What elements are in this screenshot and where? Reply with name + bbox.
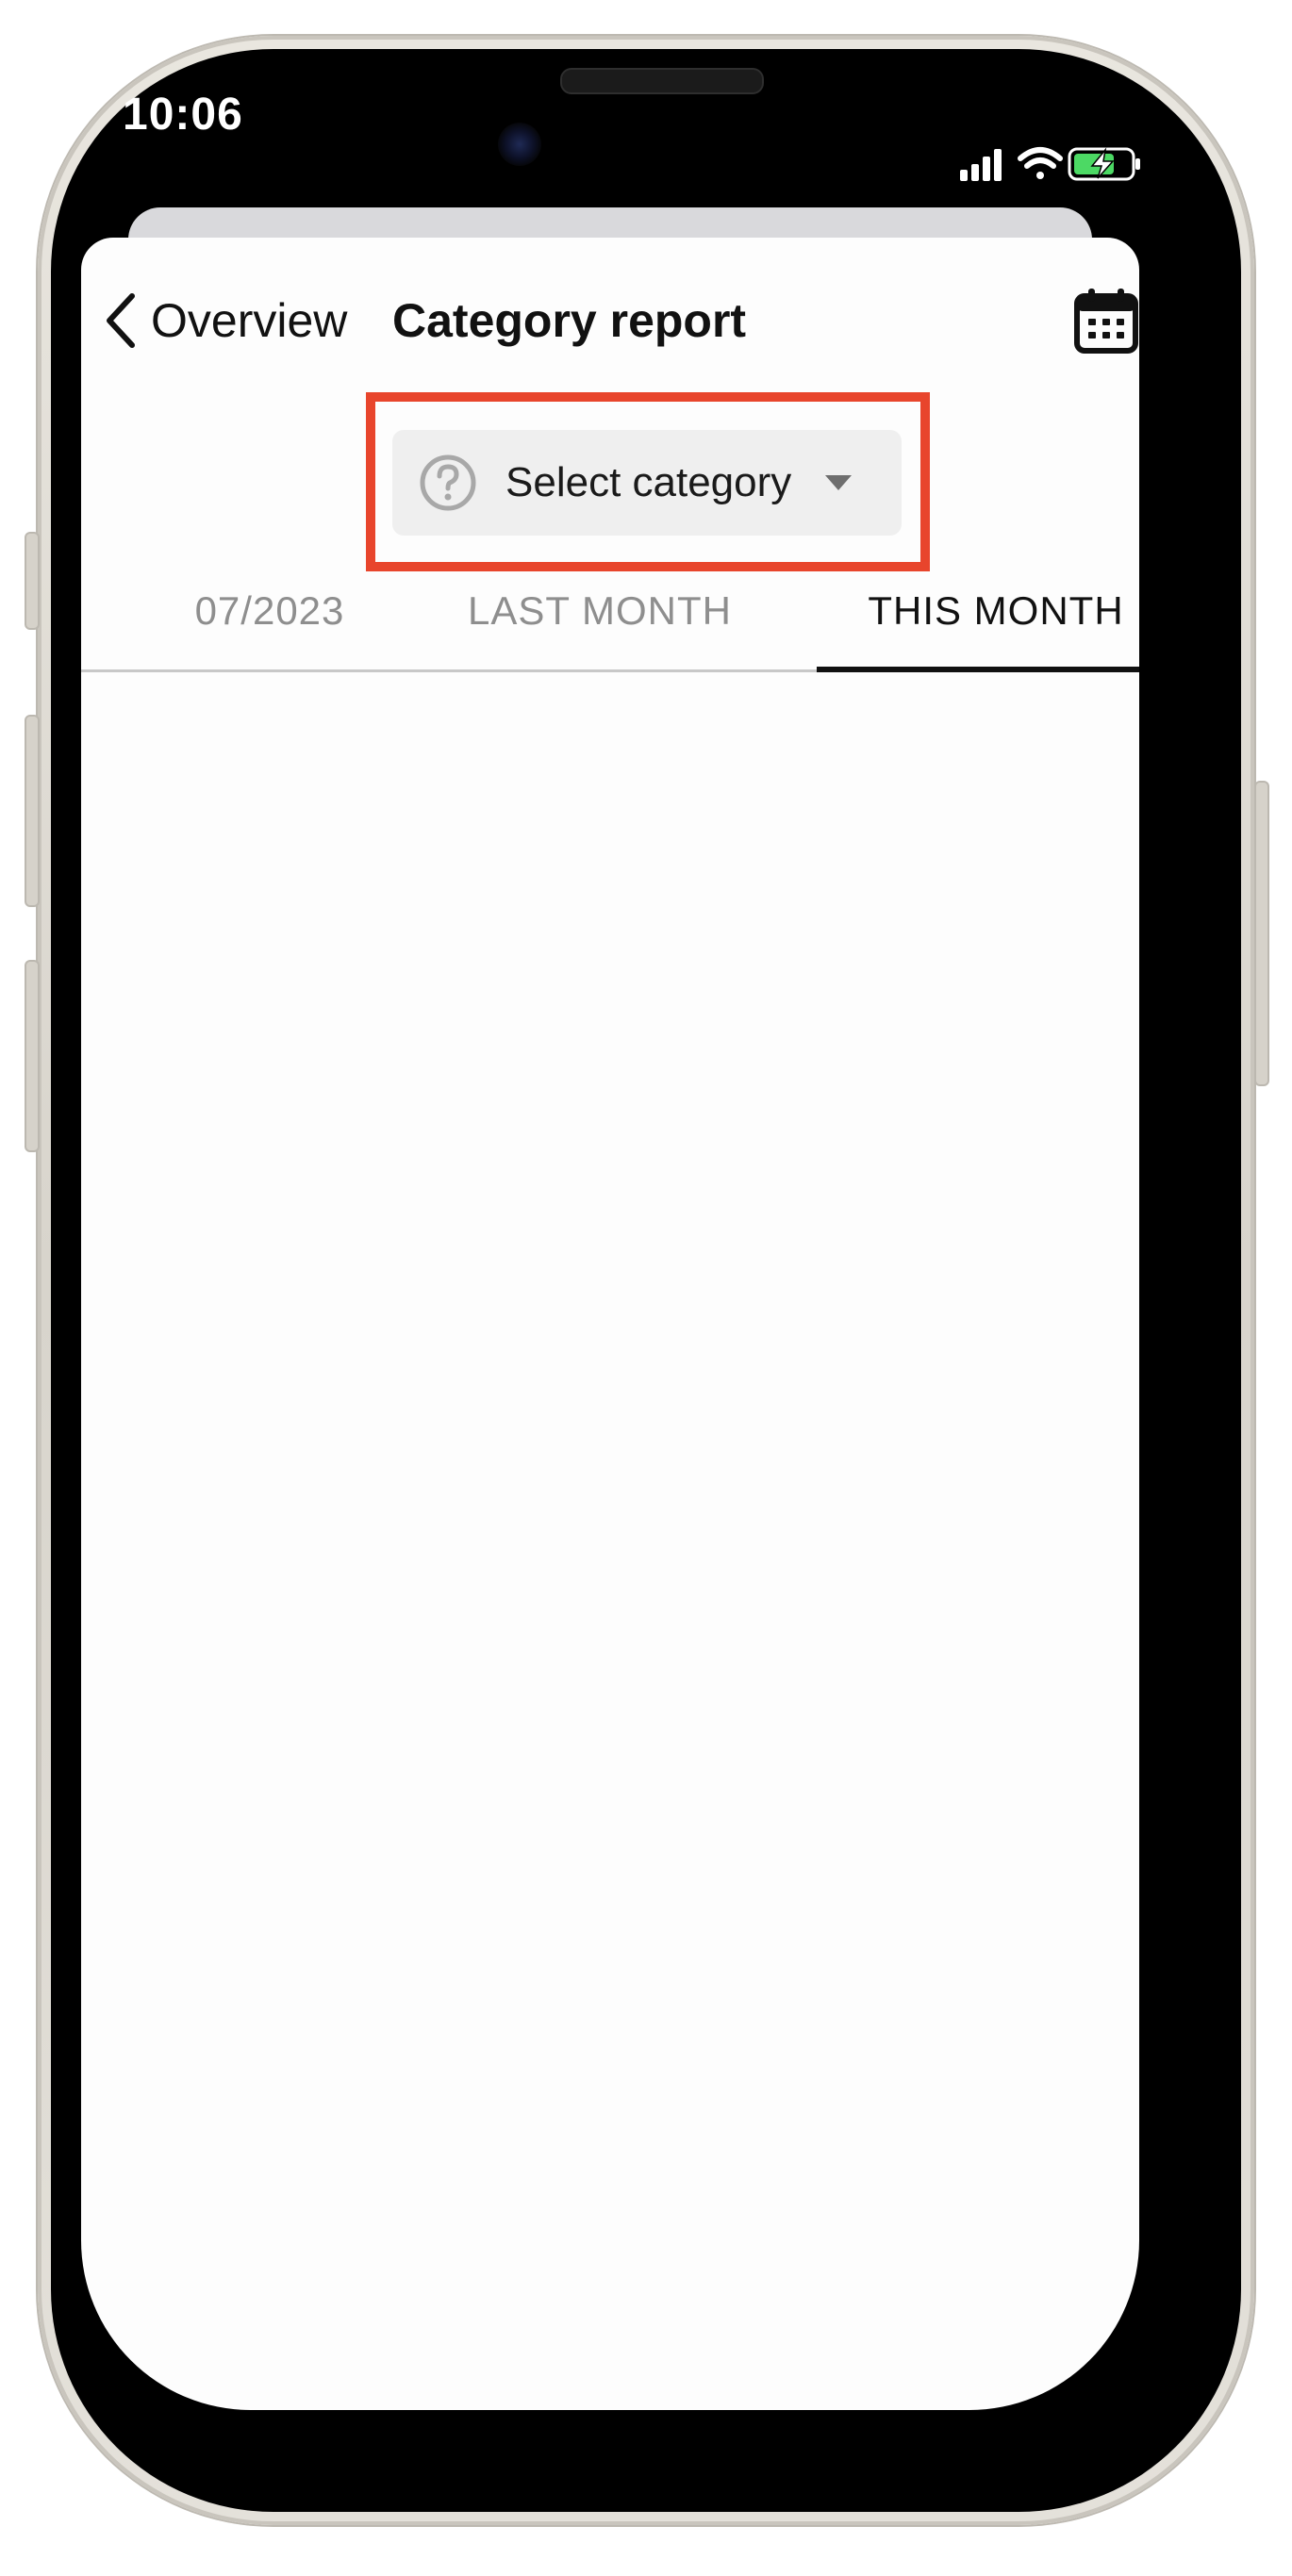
power-button (1254, 781, 1269, 1086)
chevron-left-icon (107, 293, 135, 348)
front-camera (498, 123, 541, 166)
category-report-sheet: Overview Category report Select category… (81, 238, 1139, 2410)
status-time: 10:06 (123, 90, 243, 140)
status-icons-svg (960, 147, 1140, 181)
question-circle-icon (420, 454, 476, 511)
earpiece-speaker (560, 68, 764, 94)
tab-label: LAST MONTH (468, 588, 732, 633)
volume-down-button (25, 960, 40, 1152)
caret-down-icon (825, 475, 853, 490)
calendar-button[interactable] (1073, 287, 1139, 355)
action-button (25, 532, 40, 630)
status-icons (952, 141, 1151, 191)
select-category-label: Select category (505, 459, 792, 505)
volume-up-button (25, 715, 40, 907)
tab-07-2023[interactable]: 07/2023 (147, 564, 392, 669)
battery-charging-icon (1068, 147, 1140, 181)
home-indicator[interactable] (451, 2446, 843, 2463)
tab-this-month[interactable]: THIS MONTH (817, 564, 1139, 672)
period-tabs: 07/2023 LAST MONTH THIS MONTH (81, 564, 1139, 672)
tab-label: 07/2023 (194, 588, 345, 633)
tab-label: THIS MONTH (868, 588, 1124, 633)
select-category-dropdown[interactable]: Select category (392, 430, 902, 536)
page-title: Category report (392, 294, 747, 347)
active-tab-indicator (817, 667, 1139, 672)
wifi-icon (1018, 147, 1063, 179)
back-button-label: Overview (151, 294, 348, 347)
tab-last-month[interactable]: LAST MONTH (449, 564, 751, 669)
signal-icon (960, 149, 1002, 181)
calendar-icon (1074, 289, 1138, 354)
back-button[interactable]: Overview (104, 283, 347, 358)
